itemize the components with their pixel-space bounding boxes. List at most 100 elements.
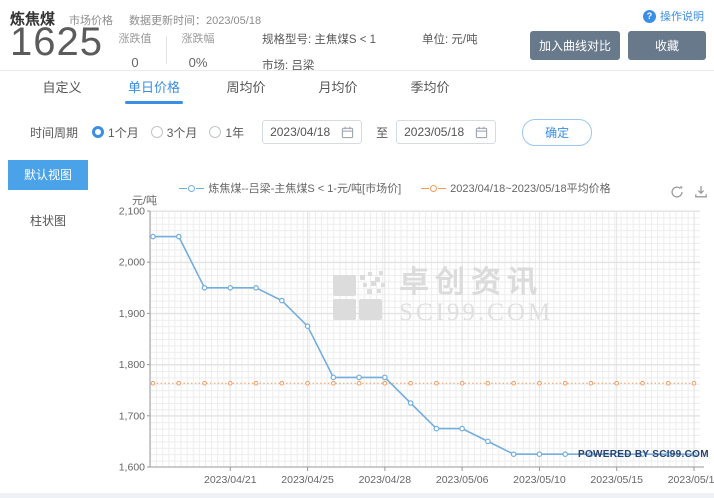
- average-point-marker: [435, 381, 439, 385]
- data-point[interactable]: [254, 286, 258, 290]
- y-tick-label: 1,700: [119, 410, 145, 422]
- average-point-marker: [280, 381, 284, 385]
- radio-period-1y-label: 1年: [225, 124, 244, 141]
- tab-monthly-avg[interactable]: 月均价: [292, 71, 384, 104]
- spec-block: 规格型号: 主焦煤S < 1 单位: 元/吨 市场: 吕梁: [262, 31, 478, 73]
- data-point[interactable]: [280, 298, 284, 302]
- data-point[interactable]: [692, 452, 696, 456]
- radio-period-3m-circle-icon: [151, 126, 163, 138]
- unit-label: 单位: 元/吨: [422, 31, 478, 47]
- legend-series-price-label: 炼焦煤--吕梁-主焦煤S < 1-元/吨[市场价]: [208, 180, 401, 196]
- tab-weekly-avg[interactable]: 周均价: [200, 71, 292, 104]
- average-point-marker: [538, 381, 542, 385]
- average-point-marker: [615, 381, 619, 385]
- tab-custom[interactable]: 自定义: [16, 71, 108, 104]
- average-point-marker: [666, 381, 670, 385]
- average-point-marker: [486, 381, 490, 385]
- sidebar-item-bar-chart-view[interactable]: 柱状图: [8, 206, 88, 236]
- y-tick-label: 2,000: [119, 257, 145, 269]
- radio-period-3m[interactable]: 3个月: [151, 124, 198, 141]
- data-point[interactable]: [177, 234, 181, 238]
- download-icon[interactable]: [694, 185, 708, 199]
- refresh-icon[interactable]: [670, 185, 684, 199]
- date-from-input[interactable]: 2023/04/18: [262, 120, 362, 144]
- y-tick-label: 1,900: [119, 308, 145, 320]
- x-tick-label: 2023/04/25: [281, 474, 334, 486]
- data-point[interactable]: [357, 375, 361, 379]
- help-link[interactable]: ? 操作说明: [643, 8, 704, 24]
- chart-toolbar: [670, 185, 708, 199]
- average-point-marker: [589, 381, 593, 385]
- data-point[interactable]: [434, 426, 438, 430]
- average-point-marker: [641, 381, 645, 385]
- data-point[interactable]: [408, 401, 412, 405]
- data-point[interactable]: [537, 452, 541, 456]
- data-point[interactable]: [202, 286, 206, 290]
- page-bottom-strip: [0, 493, 714, 498]
- period-radio-group: 1个月 3个月 1年: [92, 124, 256, 141]
- add-to-curve-compare-button[interactable]: 加入曲线对比: [530, 31, 620, 60]
- radio-period-1m[interactable]: 1个月: [92, 124, 139, 141]
- sidebar-item-default-view[interactable]: 默认视图: [8, 160, 88, 190]
- date-from-value: 2023/04/18: [270, 125, 330, 139]
- data-point[interactable]: [305, 324, 309, 328]
- data-point[interactable]: [615, 452, 619, 456]
- data-point[interactable]: [486, 439, 490, 443]
- change-pct: 0%: [175, 55, 221, 70]
- average-point-marker: [151, 381, 155, 385]
- x-tick-label: 2023/04/28: [359, 474, 412, 486]
- legend-series-average-marker-icon: [421, 185, 446, 192]
- date-to-input[interactable]: 2023/05/18: [396, 120, 496, 144]
- x-tick-label: 2023/05/18: [668, 474, 714, 486]
- to-label: 至: [376, 124, 388, 141]
- view-sidebar: 默认视图柱状图: [8, 160, 88, 252]
- data-point[interactable]: [563, 452, 567, 456]
- y-tick-label: 1,800: [119, 359, 145, 371]
- change-value: 0: [112, 55, 158, 70]
- legend-series-average[interactable]: 2023/04/18~2023/05/18平均价格: [421, 180, 611, 196]
- data-point[interactable]: [228, 286, 232, 290]
- radio-period-1m-circle-icon: [92, 126, 104, 138]
- tab-quarterly-avg[interactable]: 季均价: [384, 71, 476, 104]
- period-label: 时间周期: [30, 124, 78, 141]
- average-point-marker: [563, 381, 567, 385]
- calendar-icon: [341, 126, 354, 139]
- help-link-label: 操作说明: [660, 8, 704, 24]
- radio-period-1y-circle-icon: [209, 126, 221, 138]
- data-point[interactable]: [666, 452, 670, 456]
- question-circle-icon: ?: [643, 10, 656, 23]
- radio-period-1y[interactable]: 1年: [209, 124, 244, 141]
- average-point-marker: [332, 381, 336, 385]
- y-tick-label: 1,600: [119, 462, 145, 474]
- plot-area[interactable]: [150, 211, 700, 467]
- data-point[interactable]: [640, 452, 644, 456]
- average-point-marker: [409, 381, 413, 385]
- average-point-marker: [460, 381, 464, 385]
- data-point[interactable]: [511, 452, 515, 456]
- y-tick-label: 2,100: [119, 206, 145, 218]
- data-point[interactable]: [589, 452, 593, 456]
- change-pct-label: 涨跌幅: [175, 30, 221, 46]
- divider: [166, 36, 167, 64]
- data-point[interactable]: [151, 234, 155, 238]
- radio-period-3m-label: 3个月: [167, 124, 198, 141]
- average-point-marker: [254, 381, 258, 385]
- legend-series-price[interactable]: 炼焦煤--吕梁-主焦煤S < 1-元/吨[市场价]: [179, 180, 401, 196]
- data-point[interactable]: [460, 426, 464, 430]
- header-buttons: 加入曲线对比 收藏: [530, 31, 706, 60]
- confirm-button[interactable]: 确定: [522, 119, 592, 146]
- tab-daily-price[interactable]: 单日价格: [108, 71, 200, 104]
- current-price: 1625: [10, 20, 103, 65]
- data-point[interactable]: [383, 375, 387, 379]
- price-chart[interactable]: 2023/04/212023/04/252023/04/282023/05/06…: [130, 200, 714, 492]
- average-point-marker: [203, 381, 207, 385]
- radio-period-1m-label: 1个月: [108, 124, 139, 141]
- change-value-col: 涨跌值 0: [112, 30, 158, 70]
- update-time-label: 数据更新时间：2023/05/18: [129, 12, 261, 28]
- average-point-marker: [692, 381, 696, 385]
- data-point[interactable]: [331, 375, 335, 379]
- favorite-button[interactable]: 收藏: [628, 31, 706, 60]
- spec-label: 规格型号: 主焦煤S < 1: [262, 31, 422, 47]
- x-tick-label: 2023/04/21: [204, 474, 257, 486]
- legend-series-average-label: 2023/04/18~2023/05/18平均价格: [450, 180, 611, 196]
